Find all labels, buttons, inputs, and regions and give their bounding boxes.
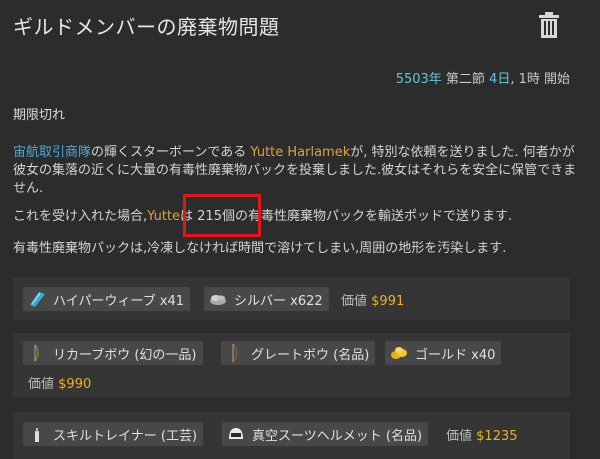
reward-item-silver[interactable]: シルバー x622 xyxy=(204,287,329,311)
status-label: 期限切れ xyxy=(13,108,66,123)
value-label: 価値 xyxy=(28,377,55,392)
reward-item-hyperweave[interactable]: ハイパーウィーブ x41 xyxy=(23,287,191,311)
value-label: 価値 xyxy=(341,294,368,309)
reward-item-label: ゴールド x40 xyxy=(415,347,496,363)
date-season: 第二節 xyxy=(441,72,490,87)
vacsuit-helmet-icon xyxy=(226,425,246,443)
skill-trainer-icon xyxy=(27,425,47,443)
quest-panel: ギルドメンバーの廃棄物問題 5503年 第二節 4日, 1時 開始 期限切れ 宙… xyxy=(0,0,600,459)
warning-paragraph: 有毒性廃棄物パックは,冷凍しなければ時間で溶けてしまい,周囲の地形を汚染します. xyxy=(13,241,507,256)
value-amount: $1235 xyxy=(476,429,518,444)
acceptance-text-1: これを受け入れた場合, xyxy=(13,209,148,224)
date-day: 4日 xyxy=(489,72,511,87)
reward-item-label: 真空スーツヘルメット (名品) xyxy=(252,428,423,444)
reward-item-label: ハイパーウィーブ x41 xyxy=(53,293,185,309)
quest-title: ギルドメンバーの廃棄物問題 xyxy=(13,15,280,39)
faction-link[interactable]: 宙航取引商隊 xyxy=(13,145,91,160)
reward-item-vacsuit-helmet[interactable]: 真空スーツヘルメット (名品) xyxy=(222,422,429,446)
quest-date: 5503年 第二節 4日, 1時 開始 xyxy=(396,68,570,87)
hyperweave-icon xyxy=(27,290,47,308)
reward-value: 価値 $1235 xyxy=(446,425,518,444)
gold-icon xyxy=(389,344,409,362)
description-text-1: の輝くスターボーンである xyxy=(91,145,251,160)
person-link[interactable]: Yutte Harlamek xyxy=(250,145,350,160)
reward-value: 価値 $991 xyxy=(341,290,404,309)
reward-item-label: グレートボウ (名品) xyxy=(251,347,370,363)
description-paragraph: 宙航取引商隊の輝くスターボーンである Yutte Harlamekが, 特別な依… xyxy=(13,144,583,198)
great-bow-icon xyxy=(225,343,245,363)
reward-item-gold[interactable]: ゴールド x40 xyxy=(385,341,502,365)
silver-icon xyxy=(208,290,228,308)
reward-item-recurve-bow[interactable]: リカーブボウ (幻の一品) xyxy=(23,341,203,365)
reward-item-label: シルバー x622 xyxy=(234,293,323,309)
reward-option-1[interactable]: ハイパーウィーブ x41 シルバー x622 価値 $991 xyxy=(13,278,570,320)
trash-icon[interactable] xyxy=(538,12,560,38)
acceptance-paragraph: これを受け入れた場合,Yutteは 215個の有毒性廃棄物パックを輸送ポッドで送… xyxy=(13,208,583,226)
reward-option-3[interactable]: スキルトレイナー (工芸) 真空スーツヘルメット (名品) 価値 $1235 xyxy=(13,412,570,459)
reward-item-label: スキルトレイナー (工芸) xyxy=(53,428,198,444)
reward-item-skill-trainer[interactable]: スキルトレイナー (工芸) xyxy=(23,422,204,446)
person-short-link[interactable]: Yutte xyxy=(147,209,180,224)
value-amount: $990 xyxy=(58,377,92,392)
reward-value: 価値 $990 xyxy=(28,373,91,392)
reward-item-great-bow[interactable]: グレートボウ (名品) xyxy=(221,341,376,365)
reward-option-2[interactable]: リカーブボウ (幻の一品) グレートボウ (名品) ゴールド x40 価値 $9… xyxy=(13,333,570,397)
date-hour: , 1時 開始 xyxy=(510,72,570,87)
acceptance-text-2: は 215個の有毒性廃棄物パックを輸送ポッドで送ります. xyxy=(180,209,513,224)
date-year: 5503年 xyxy=(395,72,442,87)
recurve-bow-icon xyxy=(27,344,47,362)
value-label: 価値 xyxy=(446,429,473,444)
reward-item-label: リカーブボウ (幻の一品) xyxy=(53,347,197,363)
value-amount: $991 xyxy=(371,294,405,309)
